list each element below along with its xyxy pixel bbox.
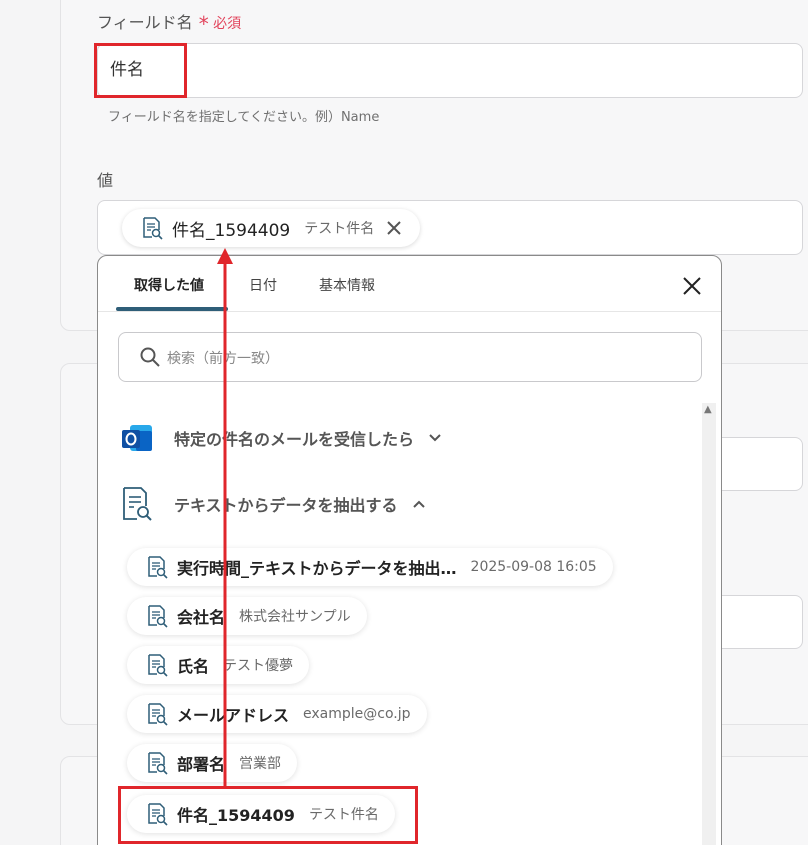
document-search-icon xyxy=(148,703,168,726)
outlook-icon xyxy=(122,425,152,451)
item-value: example@co.jp xyxy=(303,706,411,722)
item-name: 件名_1594409 xyxy=(177,806,295,825)
field-name-hint: フィールド名を指定してください。例）Name xyxy=(108,110,380,125)
chevron-up-icon xyxy=(412,500,425,508)
section-outlook-label: 特定の件名のメールを受信したら xyxy=(174,430,415,449)
document-search-icon xyxy=(123,487,152,521)
remove-chip-icon[interactable] xyxy=(384,218,404,238)
list-item[interactable]: 会社名 株式会社サンプル xyxy=(127,597,367,635)
search-icon xyxy=(140,347,160,367)
section-extract-text[interactable]: テキストからデータを抽出する xyxy=(120,486,426,522)
list-item[interactable]: メールアドレス example@co.jp xyxy=(127,695,427,733)
chip-name: 件名_1594409 xyxy=(172,220,291,241)
required-badge: * 必須 xyxy=(198,12,242,36)
item-name: 実行時間_テキストからデータを抽出… xyxy=(177,559,457,578)
item-value: テスト件名 xyxy=(308,807,379,823)
search-input[interactable]: 検索（前方一致） xyxy=(118,332,702,382)
scrollbar[interactable] xyxy=(702,403,716,845)
tab-date[interactable]: 日付 xyxy=(249,275,277,295)
list-item-subject[interactable]: 件名_1594409 テスト件名 xyxy=(127,795,395,833)
tab-acquired-values[interactable]: 取得した値 xyxy=(134,275,204,295)
item-value: 営業部 xyxy=(239,756,282,772)
document-search-icon xyxy=(148,654,168,677)
list-item[interactable]: 部署名 営業部 xyxy=(127,744,298,782)
document-search-icon xyxy=(148,803,168,826)
value-label: 値 xyxy=(97,171,114,190)
document-search-icon xyxy=(148,556,168,579)
item-name: 氏名 xyxy=(177,657,210,676)
tab-basic-info[interactable]: 基本情報 xyxy=(319,275,375,295)
document-search-icon xyxy=(148,752,168,775)
list-item[interactable]: 氏名 テスト優夢 xyxy=(127,646,310,684)
list-item[interactable]: 実行時間_テキストからデータを抽出… 2025-09-08 16:05 xyxy=(127,548,613,586)
chip-value: テスト件名 xyxy=(304,221,375,237)
close-icon[interactable] xyxy=(681,275,703,297)
search-placeholder: 検索（前方一致） xyxy=(167,351,279,367)
section-extract-label: テキストからデータを抽出する xyxy=(174,496,398,515)
item-name: 部署名 xyxy=(177,755,226,774)
item-name: 会社名 xyxy=(177,608,226,627)
scroll-up-arrow[interactable]: ▲ xyxy=(704,404,712,415)
active-tab-indicator xyxy=(116,307,228,311)
chevron-down-icon xyxy=(429,434,441,442)
item-name: メールアドレス xyxy=(177,706,290,725)
tab-bar: 取得した値 日付 基本情報 xyxy=(98,256,721,312)
field-name-label: フィールド名 * 必須 xyxy=(97,12,242,36)
item-value: 2025-09-08 16:05 xyxy=(470,559,597,575)
section-outlook-trigger[interactable]: 特定の件名のメールを受信したら xyxy=(120,421,442,455)
value-chip[interactable]: 件名_1594409 テスト件名 xyxy=(122,209,421,247)
field-name-input[interactable]: 件名 xyxy=(97,43,803,98)
document-search-icon xyxy=(148,605,168,628)
item-value: 株式会社サンプル xyxy=(239,609,351,625)
document-search-icon xyxy=(143,217,163,240)
item-value: テスト優夢 xyxy=(223,658,294,674)
